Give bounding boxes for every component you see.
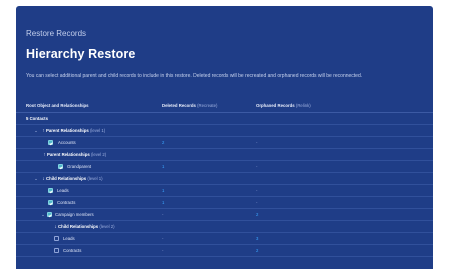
row-level: (level 1) xyxy=(87,176,103,181)
hierarchy-restore-panel: Restore Records Hierarchy Restore You ca… xyxy=(16,6,433,269)
row-label-text: Leads xyxy=(63,236,75,241)
table-row: Contracts 1 - xyxy=(16,197,433,209)
deleted-count: - xyxy=(162,248,164,253)
column-header-deleted: Deleted Records (Recreate) xyxy=(162,103,218,108)
table-row: ⌄ ↓ Child Relationships (level 1) xyxy=(16,173,433,185)
table-row: Leads - 3 xyxy=(16,233,433,245)
checkbox-checked-icon[interactable] xyxy=(58,164,63,169)
deleted-count: 1 xyxy=(162,200,165,205)
row-label-text: 5 Contacts xyxy=(26,116,48,121)
chevron-down-icon[interactable]: ⌄ xyxy=(40,212,46,218)
table-row: ↑ Parent Relationships (level 2) xyxy=(16,149,433,161)
row-label-text: Child Relationships xyxy=(46,176,87,181)
orphaned-count: - xyxy=(256,200,258,205)
chevron-down-icon[interactable]: ⌄ xyxy=(33,128,39,134)
table-row: ⌄ Campaign members - 2 xyxy=(16,209,433,221)
row-label: Child Relationships (level 1) xyxy=(46,176,103,182)
table-row: Accounts 2 - xyxy=(16,137,433,149)
row-label: Contracts xyxy=(63,248,81,254)
row-label-text: Child Relationships xyxy=(58,224,99,229)
row-divider xyxy=(16,256,433,257)
checkbox-checked-icon[interactable] xyxy=(47,212,52,217)
column-header-orphaned: Orphaned Records (Relink) xyxy=(256,103,311,108)
checkbox-checked-icon[interactable] xyxy=(48,200,53,205)
table-row: 5 Contacts xyxy=(16,113,433,125)
row-label: Leads xyxy=(63,236,75,242)
row-label: Child Relationships (level 2) xyxy=(58,224,115,230)
row-label: Campaign members xyxy=(55,212,94,218)
chevron-down-icon[interactable]: ⌄ xyxy=(33,176,39,182)
orphaned-count: 3 xyxy=(256,236,259,241)
row-level: (level 2) xyxy=(90,152,107,157)
orphaned-count: - xyxy=(256,164,258,169)
row-label: Contracts xyxy=(57,200,75,206)
row-label-text: Parent Relationships xyxy=(46,128,89,133)
panel-supertitle: Restore Records xyxy=(26,29,87,38)
row-label: Accounts xyxy=(58,140,76,146)
row-level: (level 2) xyxy=(99,224,115,229)
row-label: Parent Relationships (level 2) xyxy=(47,152,106,158)
orphaned-count: 2 xyxy=(256,248,259,253)
row-label: Leads xyxy=(57,188,69,194)
deleted-count: 2 xyxy=(162,140,165,145)
checkbox-unchecked-icon[interactable] xyxy=(54,248,59,253)
deleted-count: 1 xyxy=(162,188,165,193)
row-label-text: Contracts xyxy=(63,248,82,253)
table-row: Contracts - 2 xyxy=(16,245,433,257)
table-row: Leads 1 - xyxy=(16,185,433,197)
table-row: Grandparent 1 - xyxy=(16,161,433,173)
deleted-count: - xyxy=(162,212,164,217)
checkbox-checked-icon[interactable] xyxy=(48,140,53,145)
checkbox-checked-icon[interactable] xyxy=(48,188,53,193)
deleted-count: 1 xyxy=(162,164,165,169)
row-label-text: Parent Relationships xyxy=(47,152,90,157)
table-row: ↓ Child Relationships (level 2) xyxy=(16,221,433,233)
page-title: Hierarchy Restore xyxy=(26,47,136,61)
page-description: You can select additional parent and chi… xyxy=(26,73,363,79)
row-label-text: Leads xyxy=(57,188,69,193)
orphaned-count: 2 xyxy=(256,212,259,217)
row-label: 5 Contacts xyxy=(26,116,48,122)
row-label-text: Accounts xyxy=(58,140,76,145)
orphaned-count: - xyxy=(256,140,258,145)
row-label-text: Campaign members xyxy=(55,212,94,217)
column-header-object: Root Object and Relationships xyxy=(26,103,89,108)
row-label-text: Contracts xyxy=(57,200,76,205)
orphaned-count: - xyxy=(256,188,258,193)
row-level: (level 1) xyxy=(89,128,106,133)
deleted-count: - xyxy=(162,236,164,241)
row-label: Grandparent xyxy=(67,164,91,170)
row-label: Parent Relationships (level 1) xyxy=(46,128,105,134)
checkbox-unchecked-icon[interactable] xyxy=(54,236,59,241)
row-label-text: Grandparent xyxy=(67,164,92,169)
table-row: ⌄ ↑ Parent Relationships (level 1) xyxy=(16,125,433,137)
